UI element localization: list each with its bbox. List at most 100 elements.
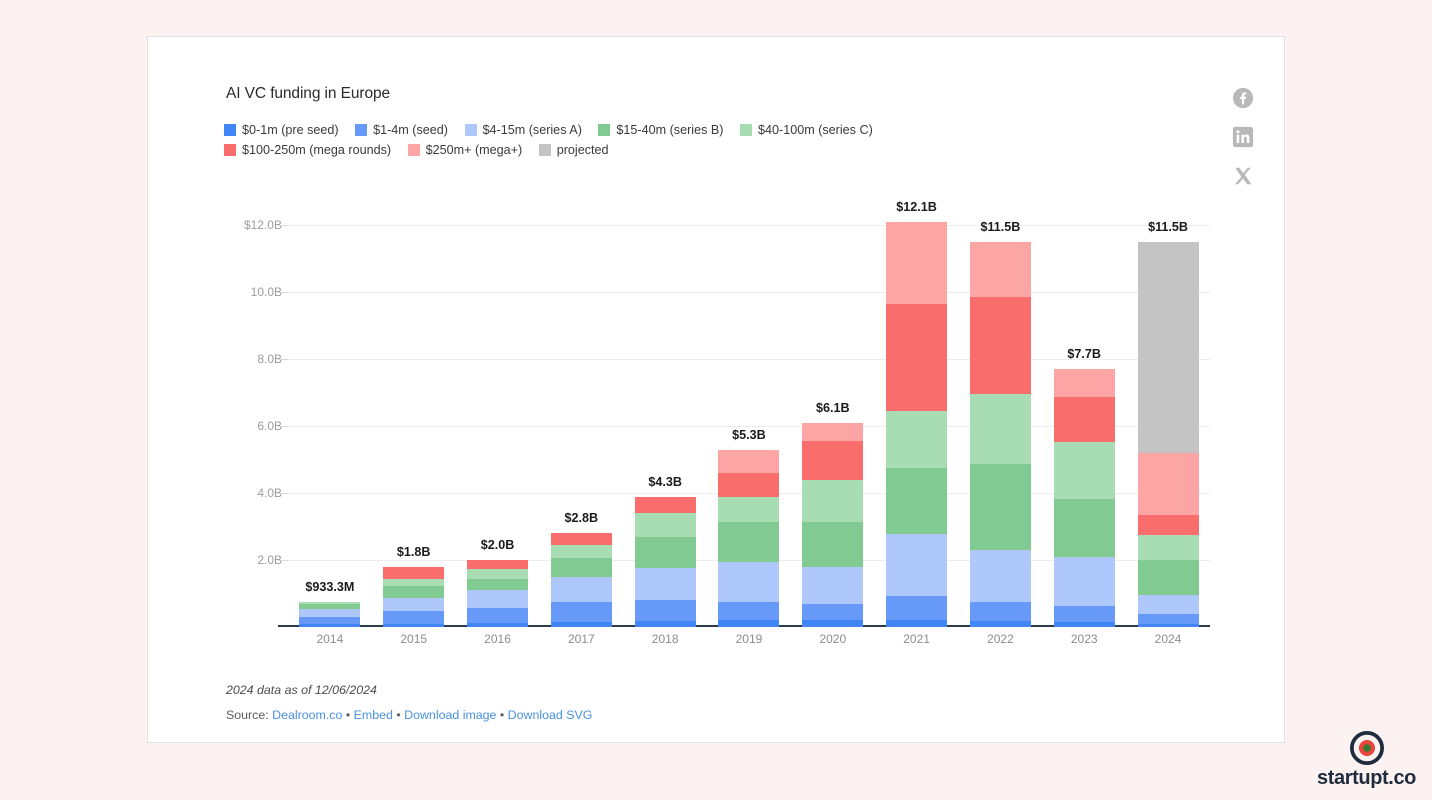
bar-segment[interactable]	[383, 610, 445, 624]
bar-segment[interactable]	[802, 441, 864, 480]
bar-stack[interactable]	[886, 222, 948, 627]
bar-stack[interactable]	[1053, 369, 1115, 627]
bar-segment[interactable]	[383, 578, 445, 586]
bar-segment[interactable]	[1137, 560, 1199, 596]
bar-segment[interactable]	[1053, 498, 1115, 558]
legend-item-3[interactable]: $15-40m (series B)	[598, 120, 723, 140]
bar-column-2020[interactable]: $6.1B	[791, 192, 875, 627]
bar-segment[interactable]	[1137, 453, 1199, 515]
source-link-2[interactable]: Download image	[404, 708, 496, 722]
legend-item-4[interactable]: $40-100m (series C)	[739, 120, 873, 140]
bar-segment[interactable]	[886, 534, 948, 597]
bar-segment[interactable]	[718, 473, 780, 497]
bar-segment[interactable]	[467, 623, 529, 627]
bar-segment[interactable]	[550, 533, 612, 546]
bar-column-2017[interactable]: $2.8B	[539, 192, 623, 627]
bar-segment[interactable]	[467, 578, 529, 590]
bar-segment[interactable]	[1053, 557, 1115, 606]
bar-column-2022[interactable]: $11.5B	[959, 192, 1043, 627]
bar-segment[interactable]	[634, 568, 696, 601]
bar-segment[interactable]	[969, 549, 1031, 602]
bar-segment[interactable]	[634, 496, 696, 513]
bar-column-2019[interactable]: $5.3B	[707, 192, 791, 627]
bar-segment[interactable]	[1137, 623, 1199, 627]
bar-segment[interactable]	[550, 576, 612, 602]
bar-column-2014[interactable]: $933.3M	[288, 192, 372, 627]
source-link-1[interactable]: Embed	[354, 708, 393, 722]
legend-item-0[interactable]: $0-1m (pre seed)	[224, 120, 339, 140]
source-link-3[interactable]: Download SVG	[508, 708, 593, 722]
bar-stack[interactable]	[634, 496, 696, 627]
bar-stack[interactable]	[802, 422, 864, 627]
bar-segment[interactable]	[802, 521, 864, 567]
bar-segment[interactable]	[1053, 396, 1115, 442]
bar-segment[interactable]	[467, 568, 529, 579]
bar-column-2021[interactable]: $12.1B	[875, 192, 959, 627]
bar-segment[interactable]	[969, 464, 1031, 550]
linkedin-icon[interactable]	[1232, 126, 1254, 148]
bar-segment[interactable]	[802, 566, 864, 604]
bar-segment[interactable]	[969, 620, 1031, 627]
legend-item-5[interactable]: $100-250m (mega rounds)	[224, 140, 391, 160]
x-icon[interactable]	[1232, 165, 1254, 187]
facebook-icon[interactable]	[1232, 87, 1254, 109]
bar-segment[interactable]	[467, 589, 529, 608]
bar-segment[interactable]	[550, 558, 612, 577]
bar-column-2024[interactable]: $11.5B	[1126, 192, 1210, 627]
bar-segment[interactable]	[299, 609, 361, 617]
bar-segment[interactable]	[718, 561, 780, 602]
bar-segment[interactable]	[634, 536, 696, 569]
bar-segment[interactable]	[634, 620, 696, 627]
bar-segment[interactable]	[802, 422, 864, 442]
bar-segment[interactable]	[383, 623, 445, 627]
bar-segment[interactable]	[969, 297, 1031, 395]
bar-column-2018[interactable]: $4.3B	[623, 192, 707, 627]
legend-item-7[interactable]: projected	[538, 140, 609, 160]
legend-item-6[interactable]: $250m+ (mega+)	[407, 140, 522, 160]
bar-segment[interactable]	[718, 496, 780, 522]
bar-segment[interactable]	[802, 479, 864, 522]
bar-segment[interactable]	[1137, 535, 1199, 561]
bar-segment[interactable]	[467, 560, 529, 569]
bar-stack[interactable]	[1137, 242, 1199, 627]
bar-column-2023[interactable]: $7.7B	[1042, 192, 1126, 627]
bar-segment[interactable]	[1137, 595, 1199, 614]
bar-segment[interactable]	[1137, 514, 1199, 536]
bar-segment[interactable]	[886, 222, 948, 305]
bar-stack[interactable]	[383, 566, 445, 627]
bar-segment[interactable]	[802, 603, 864, 621]
bar-segment[interactable]	[886, 410, 948, 469]
legend-item-1[interactable]: $1-4m (seed)	[355, 120, 448, 140]
bar-segment[interactable]	[718, 449, 780, 474]
bar-segment[interactable]	[383, 597, 445, 611]
bar-stack[interactable]	[969, 242, 1031, 627]
bar-segment[interactable]	[1137, 613, 1199, 624]
bar-segment[interactable]	[886, 468, 948, 535]
legend-item-2[interactable]: $4-15m (series A)	[464, 120, 582, 140]
bar-segment[interactable]	[550, 601, 612, 622]
bar-segment[interactable]	[1053, 441, 1115, 499]
bar-segment[interactable]	[886, 304, 948, 411]
bar-segment[interactable]	[718, 620, 780, 627]
bar-segment[interactable]	[1137, 242, 1199, 454]
bar-stack[interactable]	[467, 560, 529, 627]
bar-segment[interactable]	[383, 585, 445, 598]
bar-segment[interactable]	[383, 566, 445, 579]
bar-segment[interactable]	[634, 512, 696, 537]
bar-segment[interactable]	[299, 624, 361, 627]
bar-segment[interactable]	[550, 621, 612, 627]
bar-segment[interactable]	[299, 616, 361, 625]
bar-segment[interactable]	[1053, 605, 1115, 623]
bar-segment[interactable]	[718, 521, 780, 562]
bar-segment[interactable]	[467, 607, 529, 623]
bar-segment[interactable]	[718, 601, 780, 621]
bar-segment[interactable]	[969, 242, 1031, 298]
bar-segment[interactable]	[550, 545, 612, 559]
bar-segment[interactable]	[886, 619, 948, 627]
bar-segment[interactable]	[969, 394, 1031, 465]
bar-segment[interactable]	[1053, 369, 1115, 397]
source-link-0[interactable]: Dealroom.co	[272, 708, 342, 722]
bar-stack[interactable]	[299, 601, 361, 627]
bar-segment[interactable]	[634, 600, 696, 621]
bar-stack[interactable]	[718, 449, 780, 627]
